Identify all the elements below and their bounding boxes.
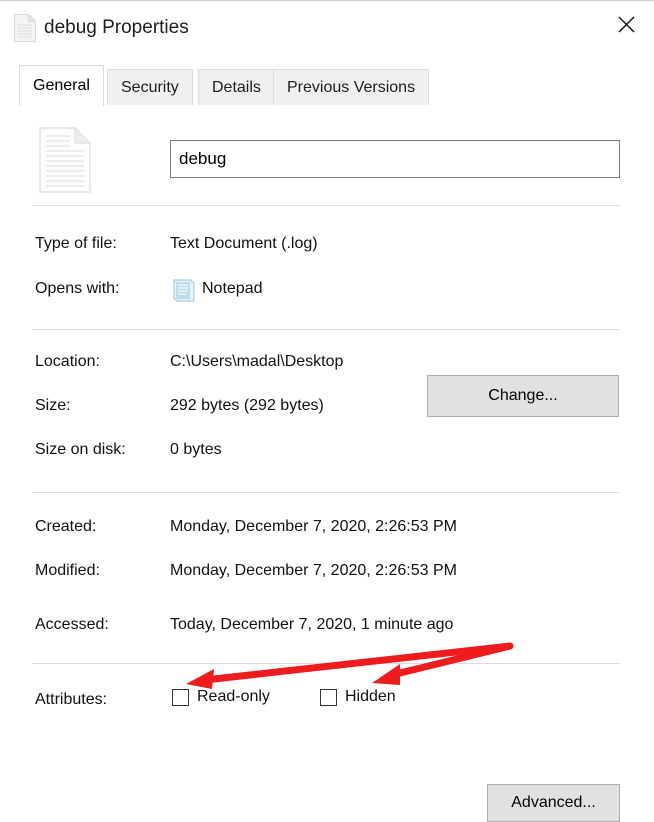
- divider-1: [32, 205, 620, 206]
- general-tab-panel: Type of file: Text Document (.log) Opens…: [0, 105, 654, 822]
- size-value: 292 bytes (292 bytes): [170, 397, 324, 414]
- tab-general[interactable]: General: [19, 65, 104, 106]
- divider-2: [32, 329, 620, 330]
- modified-label: Modified:: [35, 562, 100, 579]
- divider-3: [32, 492, 620, 493]
- change-button[interactable]: Change...: [427, 375, 619, 417]
- tab-strip: General Security Details Previous Versio…: [0, 57, 654, 161]
- window-title: debug Properties: [44, 17, 189, 38]
- checkbox-hidden-label: Hidden: [345, 688, 396, 705]
- checkbox-box: [172, 688, 189, 706]
- filename-input[interactable]: [170, 140, 620, 178]
- notepad-icon: [170, 277, 198, 305]
- size-on-disk-label: Size on disk:: [35, 441, 126, 458]
- created-value: Monday, December 7, 2020, 2:26:53 PM: [170, 518, 457, 535]
- advanced-button[interactable]: Advanced...: [487, 784, 620, 822]
- checkbox-box: [320, 688, 337, 706]
- tab-details[interactable]: Details: [198, 69, 275, 105]
- location-value: C:\Users\madal\Desktop: [170, 353, 344, 370]
- checkbox-read-only[interactable]: Read-only: [172, 688, 270, 706]
- modified-value: Monday, December 7, 2020, 2:26:53 PM: [170, 562, 457, 579]
- divider-4: [32, 663, 620, 664]
- title-bar: debug Properties: [0, 1, 654, 57]
- text-document-icon: [14, 13, 37, 42]
- type-of-file-value: Text Document (.log): [170, 235, 318, 252]
- properties-window: debug Properties General Security Detail…: [0, 0, 654, 822]
- checkbox-hidden[interactable]: Hidden: [320, 688, 396, 706]
- close-button[interactable]: [603, 1, 649, 47]
- size-on-disk-value: 0 bytes: [170, 441, 222, 458]
- opens-with-label: Opens with:: [35, 280, 120, 297]
- location-label: Location:: [35, 353, 100, 370]
- size-label: Size:: [35, 397, 71, 414]
- attributes-label: Attributes:: [35, 691, 108, 708]
- type-of-file-label: Type of file:: [35, 235, 117, 252]
- text-document-icon: [39, 126, 92, 193]
- close-icon: [618, 16, 634, 32]
- opens-with-value: Notepad: [202, 280, 263, 297]
- created-label: Created:: [35, 518, 97, 535]
- accessed-label: Accessed:: [35, 616, 109, 633]
- tab-security[interactable]: Security: [107, 69, 193, 105]
- tab-previous-versions[interactable]: Previous Versions: [273, 69, 430, 105]
- accessed-value: Today, December 7, 2020, 1 minute ago: [170, 616, 454, 633]
- checkbox-read-only-label: Read-only: [197, 688, 270, 705]
